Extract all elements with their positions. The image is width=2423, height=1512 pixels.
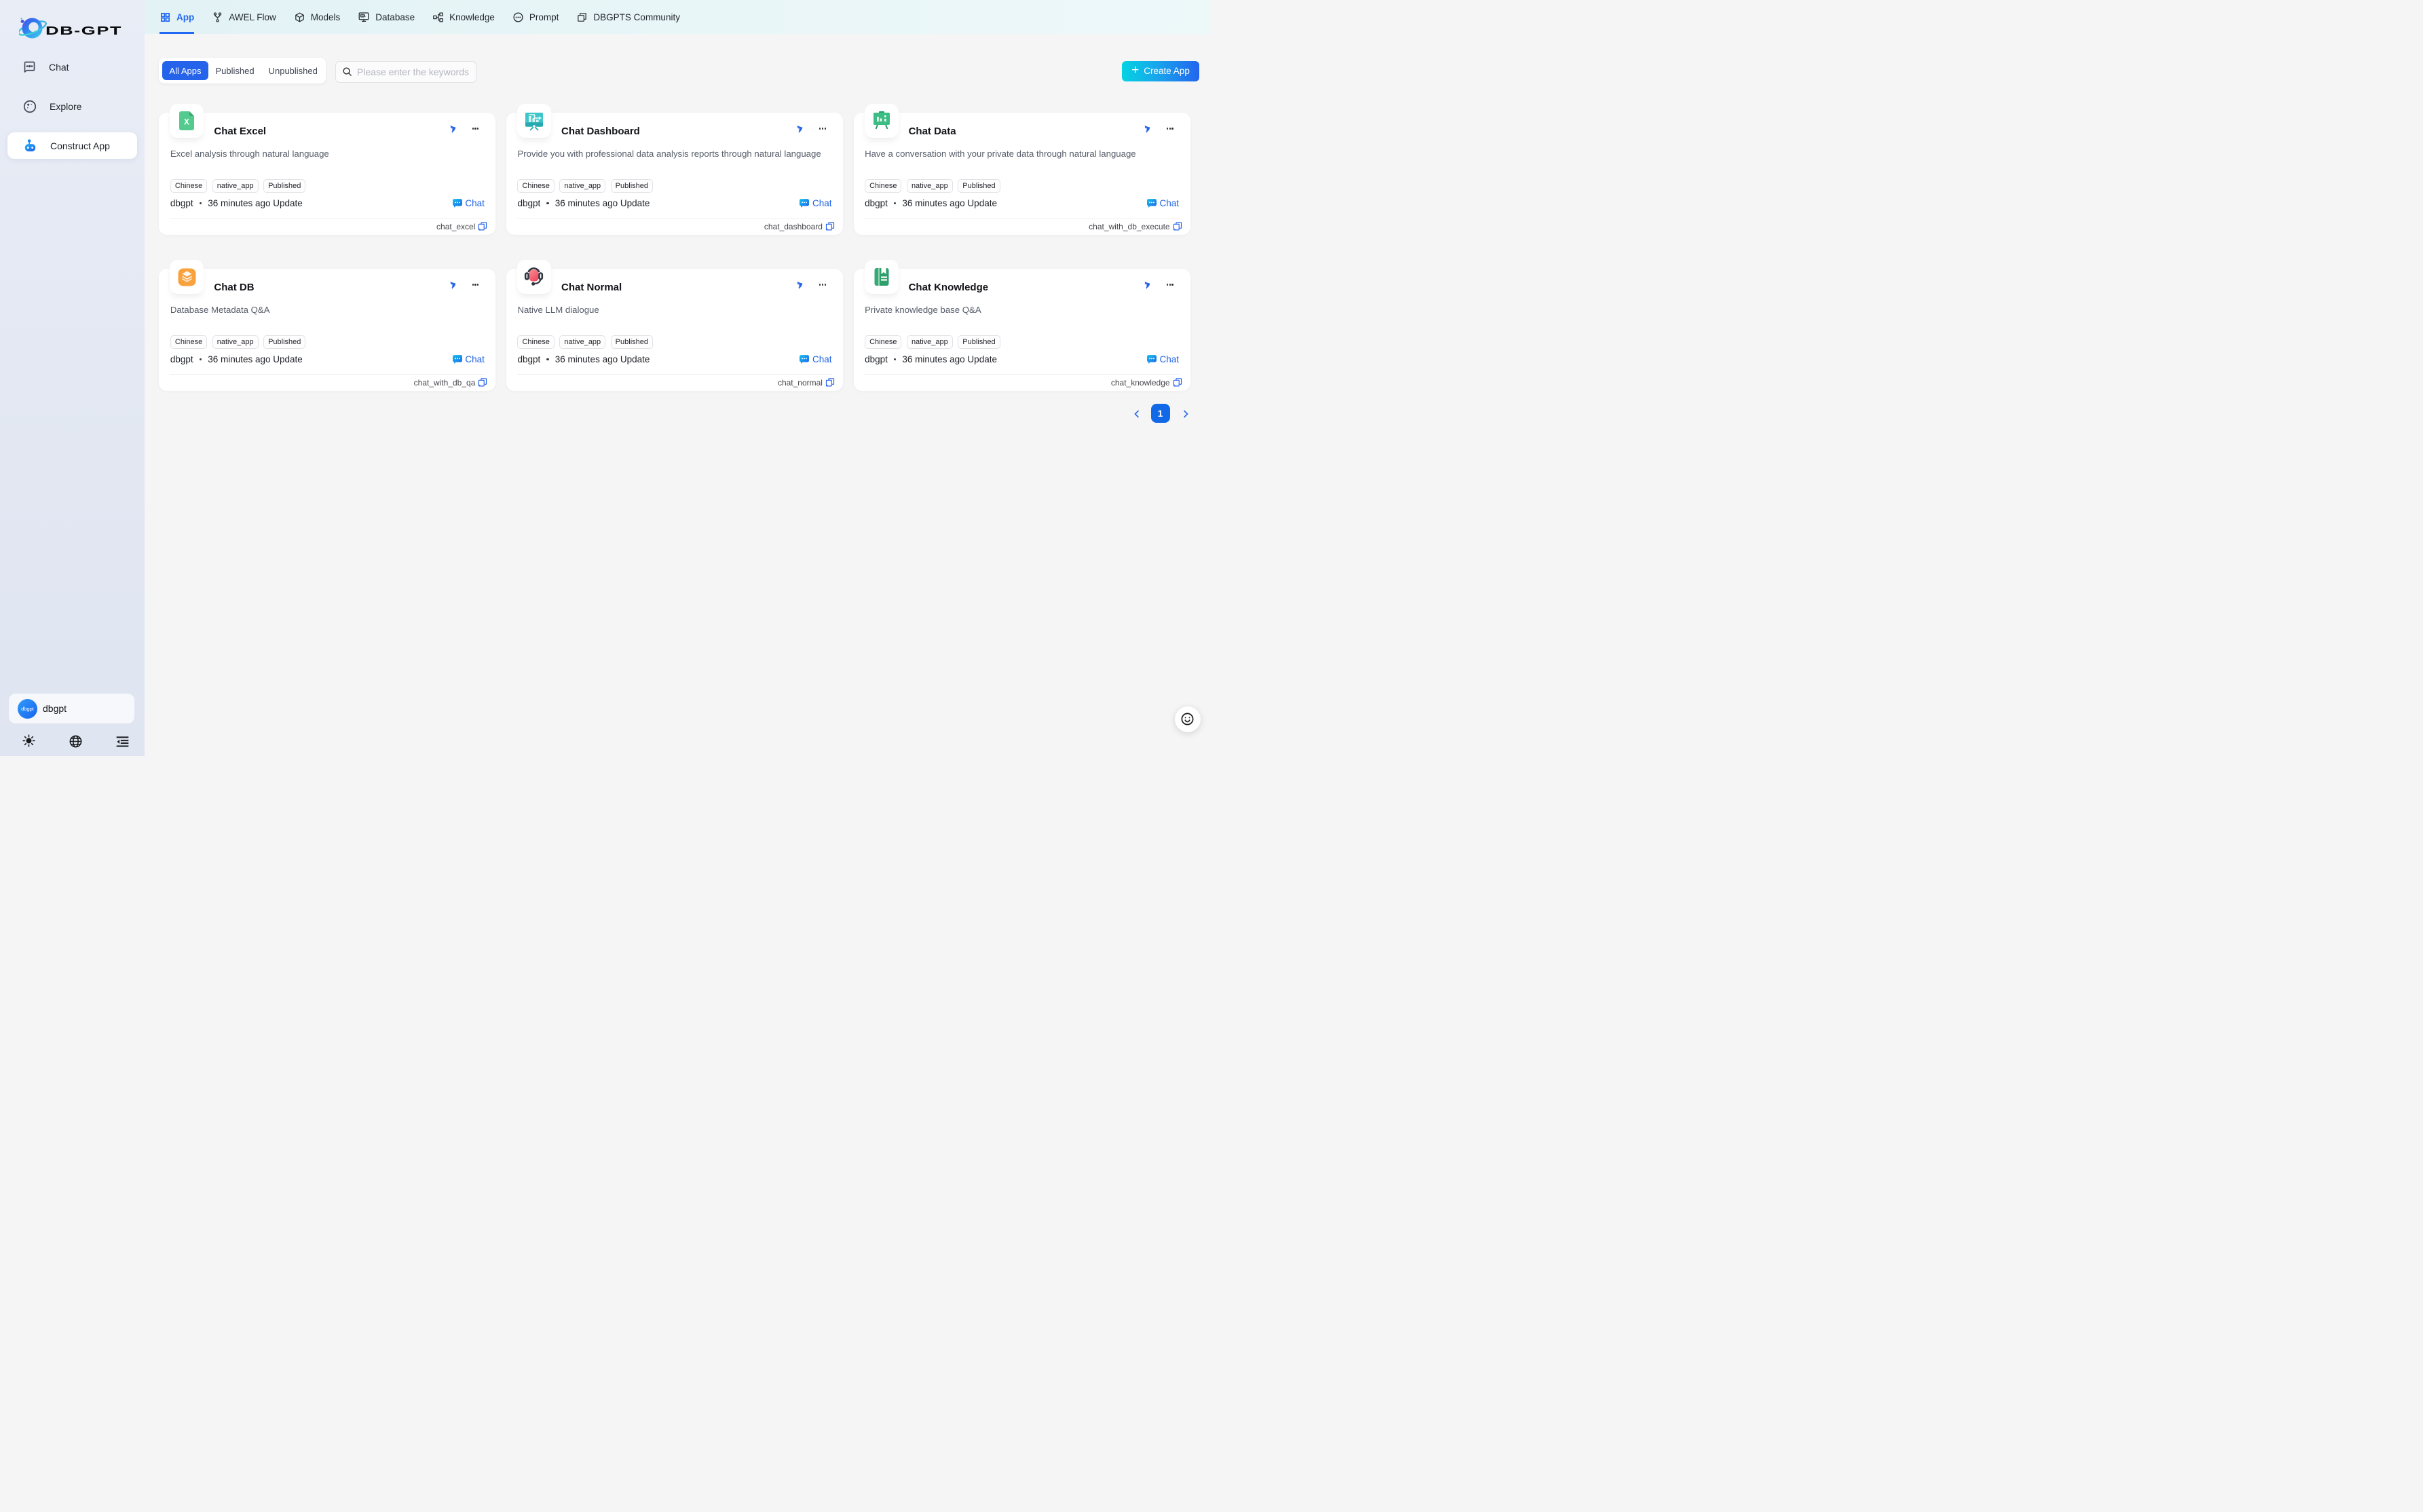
svg-text:X: X bbox=[185, 119, 190, 127]
svg-text:SQL: SQL bbox=[362, 14, 367, 17]
svg-text:DB-GPT: DB-GPT bbox=[45, 24, 122, 37]
